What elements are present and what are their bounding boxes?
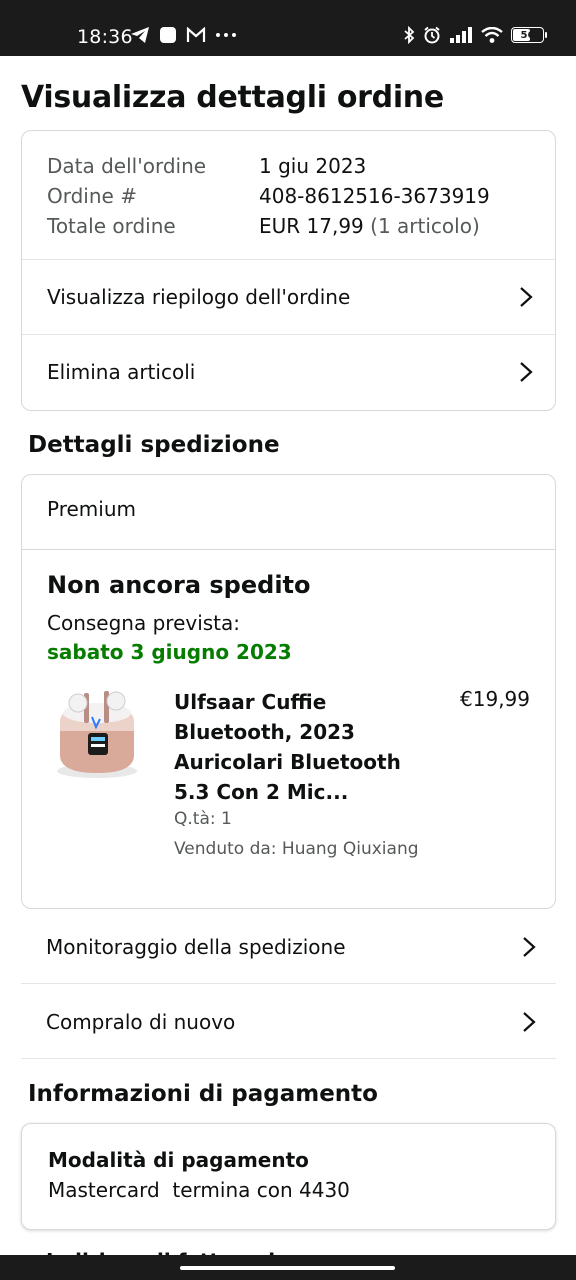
payment-section-title: Informazioni di pagamento [28,1081,378,1107]
order-date-value: 1 giu 2023 [259,154,367,178]
product-image[interactable] [52,683,142,793]
order-total-label: Totale ordine [47,214,176,238]
order-total-items: (1 articolo) [370,214,480,238]
order-date-row: Data dell'ordine 1 giu 2023 [47,151,490,181]
more-dots-icon [216,33,236,37]
page-title: Visualizza dettagli ordine [21,80,444,115]
chevron-right-icon [520,361,533,382]
delete-items-link[interactable]: Elimina articoli [22,334,555,408]
shipping-section-title: Dettagli spedizione [28,432,280,458]
chevron-right-icon [523,1011,536,1032]
bluetooth-icon [404,26,415,44]
delivery-estimate-label: Consegna prevista: [47,611,241,635]
battery-icon: 56 [511,27,547,43]
order-number-value: 408-8612516-3673919 [259,184,490,208]
order-total-amount: EUR 17,99 [259,214,364,238]
chevron-right-icon [523,936,536,957]
buy-again-link[interactable]: Compralo di nuovo [21,985,556,1059]
battery-level: 56 [520,29,535,41]
product-price: €19,99 [460,687,530,711]
order-total-row: Totale ordine EUR 17,99 (1 articolo) [47,211,490,241]
product-seller: Venduto da: Huang Qiuxiang [174,839,419,859]
order-total-value: EUR 17,99 (1 articolo) [259,211,480,241]
view-order-summary-link[interactable]: Visualizza riepilogo dell'ordine [22,259,555,333]
notification-icons [130,26,237,44]
order-summary-details: Data dell'ordine 1 giu 2023 Ordine # 408… [47,151,490,241]
order-number-row: Ordine # 408-8612516-3673919 [47,181,490,211]
signal-icon [450,27,472,43]
wifi-icon [481,27,503,43]
gmail-icon [186,27,206,42]
payment-method-card: Modalità di pagamento Mastercard termina… [21,1123,556,1230]
order-date-label: Data dell'ordine [47,154,207,178]
system-icons: 56 [403,26,547,44]
home-gesture-bar[interactable] [180,1266,395,1270]
delivery-estimate-date: sabato 3 giugno 2023 [47,640,292,664]
status-time: 18:36 [77,26,133,48]
delete-items-label: Elimina articoli [47,359,196,384]
telegram-icon [131,27,149,43]
system-nav-bar [0,1255,576,1280]
view-order-summary-label: Visualizza riepilogo dell'ordine [47,284,351,309]
product-quantity: Q.tà: 1 [174,809,232,829]
shipment-card: Premium Non ancora spedito Consegna prev… [21,474,556,909]
alarm-icon [424,26,440,44]
order-number-label: Ordine # [47,184,137,208]
status-bar: 18:36 56 [0,0,576,56]
shipping-service: Premium [47,497,136,521]
payment-method-value: Mastercard termina con 4430 [48,1178,350,1202]
chevron-right-icon [520,286,533,307]
product-title[interactable]: Ulfsaar Cuffie Bluetooth, 2023 Auricolar… [174,687,414,807]
track-shipment-link[interactable]: Monitoraggio della spedizione [21,910,556,984]
track-shipment-label: Monitoraggio della spedizione [46,934,346,959]
buy-again-label: Compralo di nuovo [46,1009,236,1034]
divider [22,549,555,550]
payment-method-label: Modalità di pagamento [48,1148,309,1172]
shipment-status: Non ancora spedito [47,571,311,599]
order-summary-card: Data dell'ordine 1 giu 2023 Ordine # 408… [21,130,556,411]
app-square-icon [160,27,176,43]
